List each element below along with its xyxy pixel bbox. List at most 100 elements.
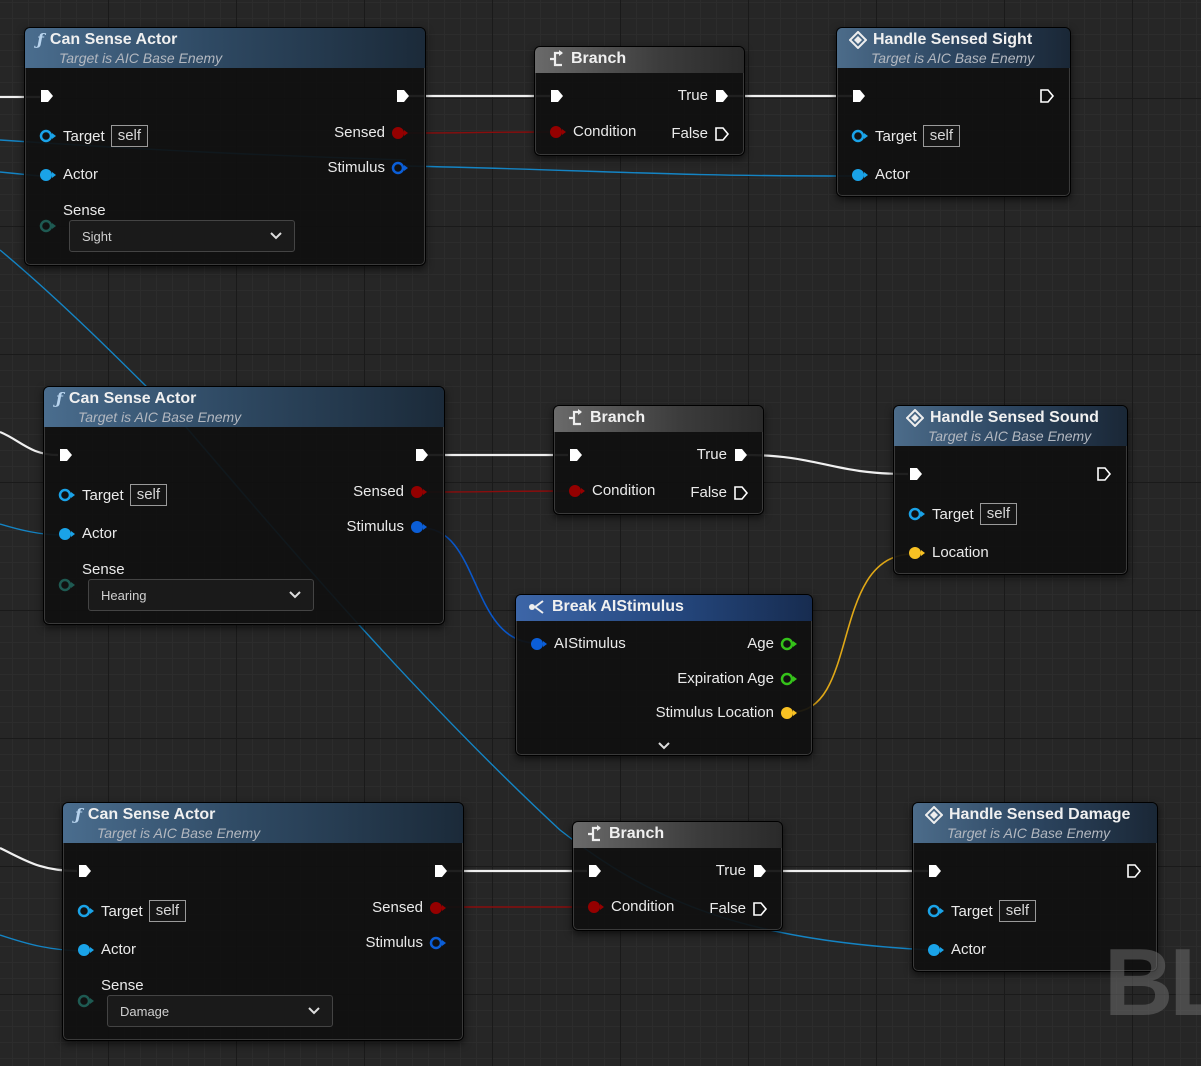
actor-label: Actor [63,166,99,183]
true-pin[interactable]: True [678,87,730,104]
sense-pin[interactable] [39,219,57,233]
true-label: True [677,87,708,104]
sense-pin[interactable] [58,578,76,592]
condition-pin[interactable]: Condition [568,482,655,499]
target-label: Target [932,505,974,523]
actor-pin[interactable]: Actor [77,941,136,958]
branch-icon [569,409,582,426]
location-pin[interactable]: Location [908,544,989,561]
exec-in-pin[interactable] [58,447,74,463]
target-pin[interactable]: Target self [908,503,1018,525]
exec-out-pin[interactable] [395,88,411,104]
exec-in-pin[interactable] [851,88,867,104]
exec-in-pin[interactable] [39,88,55,104]
target-label: Target [101,902,143,920]
branch-node[interactable]: Branch Condition True False [534,46,745,156]
stimulus-location-pin[interactable]: Stimulus Location [656,704,798,721]
function-icon: ƒ [56,389,63,408]
aistimulus-pin[interactable]: AIStimulus [530,635,626,652]
true-pin[interactable]: True [697,446,749,463]
exec-in-pin[interactable] [77,863,93,879]
can-sense-actor-node[interactable]: ƒ Can Sense Actor Target is AIC Base Enem… [24,27,426,266]
expiration-age-pin[interactable]: Expiration Age [677,670,798,687]
can-sense-actor-node[interactable]: ƒ Can Sense Actor Target is AIC Base Enem… [43,386,445,625]
target-pin[interactable]: Target self [851,125,961,147]
target-label: Target [82,486,124,504]
chevron-down-icon [289,591,301,599]
actor-pin[interactable]: Actor [851,166,910,183]
node-subtitle: Target is AIC Base Enemy [59,50,223,66]
false-pin[interactable]: False [671,125,730,142]
sensed-pin[interactable]: Sensed [353,483,428,500]
false-pin[interactable]: False [690,484,749,501]
expand-chevron-icon[interactable] [658,737,670,755]
actor-pin[interactable]: Actor [39,166,98,183]
branch-node[interactable]: Branch Condition True False [572,821,783,931]
node-header: Branch [554,406,763,432]
target-self-value[interactable]: self [979,503,1018,525]
break-aistimulus-node[interactable]: Break AIStimulus AIStimulus Age Expirati… [515,594,813,756]
node-header: ƒ Can Sense Actor Target is AIC Base Enem… [63,803,463,843]
handle-sensed-sight-node[interactable]: Handle Sensed Sight Target is AIC Base E… [836,27,1071,197]
branch-icon [550,50,563,67]
actor-pin[interactable]: Actor [58,525,117,542]
can-sense-actor-node[interactable]: ƒ Can Sense Actor Target is AIC Base Enem… [62,802,464,1041]
sense-dropdown[interactable]: Damage [107,995,333,1027]
exec-out-pin[interactable] [433,863,449,879]
exec-in-pin[interactable] [587,863,603,879]
node-subtitle: Target is AIC Base Enemy [871,50,1035,66]
sense-dropdown[interactable]: Sight [69,220,295,252]
node-header: Handle Sensed Sight Target is AIC Base E… [837,28,1070,68]
age-pin[interactable]: Age [747,635,798,652]
exec-in-pin[interactable] [568,447,584,463]
target-self-value[interactable]: self [922,125,961,147]
bool-wire [403,131,554,134]
sense-pin[interactable] [77,994,95,1008]
branch-node[interactable]: Branch Condition True False [553,405,764,515]
stimulus-pin[interactable]: Stimulus [346,518,428,535]
sense-dropdown-value: Damage [120,1003,170,1019]
sense-dropdown-value: Sight [82,228,112,244]
exec-in-pin[interactable] [908,466,924,482]
target-label: Target [951,902,993,920]
target-self-value[interactable]: self [129,484,168,506]
exec-in-pin[interactable] [549,88,565,104]
exec-out-pin[interactable] [1039,88,1055,104]
sense-dropdown-value: Hearing [101,587,147,603]
sensed-pin[interactable]: Sensed [372,899,447,916]
stimulus-pin[interactable]: Stimulus [327,159,409,176]
event-icon [849,31,867,49]
sensed-pin[interactable]: Sensed [334,124,409,141]
false-pin[interactable]: False [709,900,768,917]
true-pin[interactable]: True [716,862,768,879]
false-label: False [671,125,708,142]
exec-out-pin[interactable] [414,447,430,463]
actor-label: Actor [951,941,987,958]
node-header: ƒ Can Sense Actor Target is AIC Base Enem… [44,387,444,427]
node-header: Branch [535,47,744,73]
exec-out-pin[interactable] [1096,466,1112,482]
sense-label: Sense [101,977,144,994]
condition-pin[interactable]: Condition [587,898,674,915]
actor-pin[interactable]: Actor [927,941,986,958]
bool-wire [422,490,573,493]
target-self-value[interactable]: self [110,125,149,147]
node-subtitle: Target is AIC Base Enemy [78,409,242,425]
event-icon [906,409,924,427]
exec-out-pin[interactable] [1126,863,1142,879]
target-pin[interactable]: Target self [39,125,149,147]
target-self-value[interactable]: self [998,900,1037,922]
stimulus-location-label: Stimulus Location [655,704,774,721]
sense-label: Sense [82,561,125,578]
condition-pin[interactable]: Condition [549,123,636,140]
target-self-value[interactable]: self [148,900,187,922]
target-pin[interactable]: Target self [58,484,168,506]
sense-dropdown[interactable]: Hearing [88,579,314,611]
target-pin[interactable]: Target self [927,900,1037,922]
handle-sensed-sound-node[interactable]: Handle Sensed Sound Target is AIC Base E… [893,405,1128,575]
exec-in-pin[interactable] [927,863,943,879]
stimulus-pin[interactable]: Stimulus [365,934,447,951]
sense-label: Sense [63,202,106,219]
chevron-down-icon [270,232,282,240]
target-pin[interactable]: Target self [77,900,187,922]
